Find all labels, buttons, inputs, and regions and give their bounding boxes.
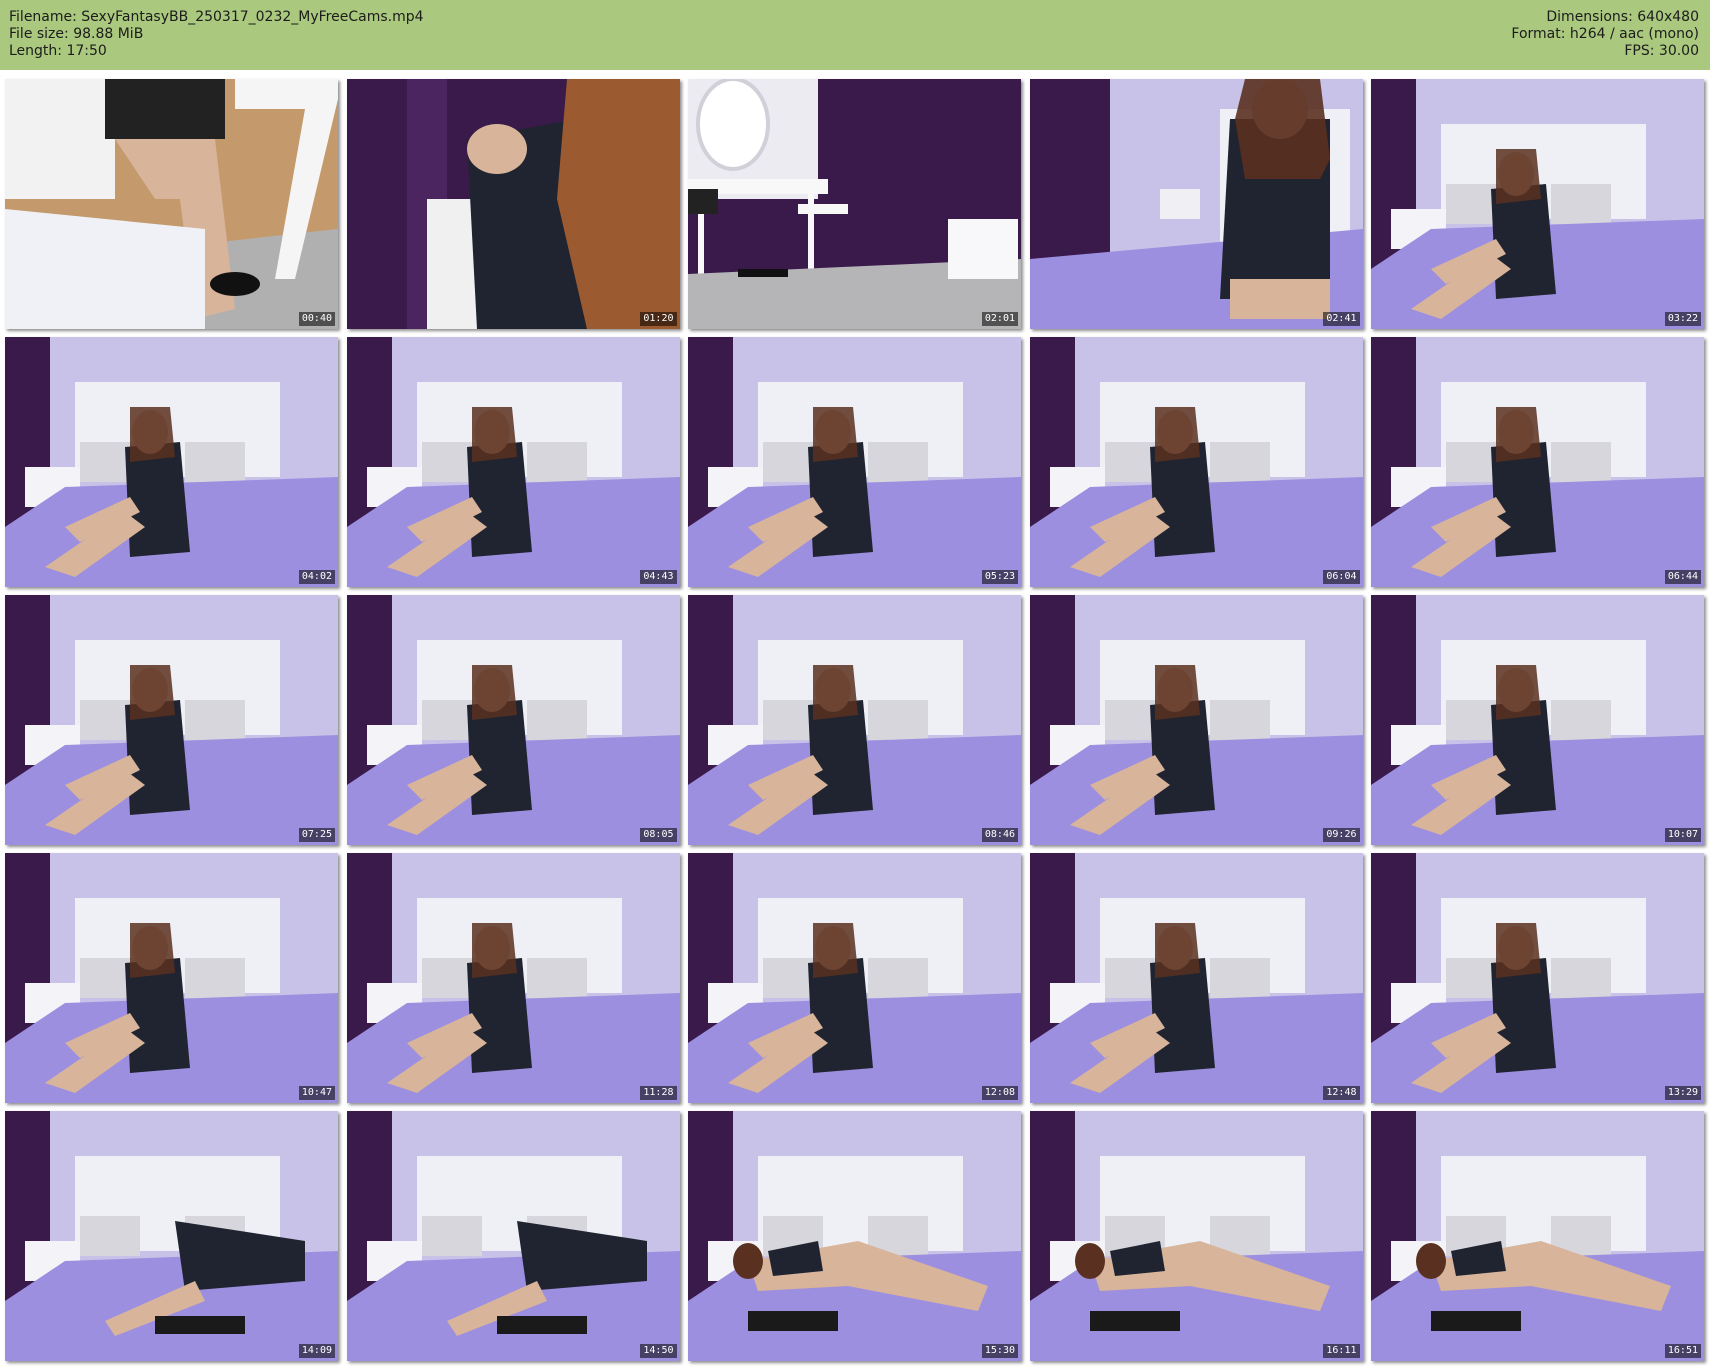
thumbnail-frame: 13:29 — [1371, 853, 1704, 1103]
dimensions-label: Dimensions: 640x480 — [1546, 9, 1699, 25]
frame-timestamp: 15:30 — [981, 1344, 1018, 1358]
frame-timestamp: 14:09 — [298, 1344, 335, 1358]
thumbnail-frame: 12:48 — [1029, 853, 1363, 1103]
frame-image — [1371, 1111, 1704, 1361]
format-label: Format: h264 / aac (mono) — [1511, 26, 1699, 42]
frame-timestamp: 11:28 — [640, 1086, 677, 1100]
frame-image — [1371, 79, 1704, 329]
frame-timestamp: 06:04 — [1323, 570, 1360, 584]
frame-timestamp: 14:50 — [640, 1344, 677, 1358]
frame-image — [688, 1111, 1021, 1361]
thumbnail-frame: 02:01 — [688, 79, 1021, 329]
frame-image — [346, 595, 680, 845]
thumbnail-frame: 04:43 — [346, 337, 680, 587]
thumbnail-frame: 01:20 — [346, 79, 680, 329]
thumbnail-grid: 00:40 01:20 02:01 02:41 03:22 04:02 04:43 05:23… — [5, 79, 1705, 1361]
length-label: Length: 17:50 — [9, 43, 107, 59]
frame-image — [5, 595, 338, 845]
frame-timestamp: 12:08 — [981, 1086, 1018, 1100]
frame-timestamp: 05:23 — [981, 570, 1018, 584]
frame-image — [688, 853, 1021, 1103]
info-header: Filename: SexyFantasyBB_250317_0232_MyFr… — [0, 0, 1710, 70]
thumbnail-frame: 05:23 — [688, 337, 1021, 587]
file-info-left: Filename: SexyFantasyBB_250317_0232_MyFr… — [9, 9, 424, 60]
frame-timestamp: 13:29 — [1664, 1086, 1701, 1100]
thumbnail-frame: 10:07 — [1371, 595, 1704, 845]
frame-image — [1371, 337, 1704, 587]
frame-timestamp: 12:48 — [1323, 1086, 1360, 1100]
thumbnail-frame: 06:44 — [1371, 337, 1704, 587]
thumbnail-frame: 00:40 — [5, 79, 338, 329]
filename-label: Filename: SexyFantasyBB_250317_0232_MyFr… — [9, 9, 424, 25]
frame-timestamp: 10:07 — [1664, 828, 1701, 842]
frame-timestamp: 08:05 — [640, 828, 677, 842]
frame-timestamp: 08:46 — [981, 828, 1018, 842]
frame-image — [346, 1111, 680, 1361]
frame-image — [5, 337, 338, 587]
frame-timestamp: 03:22 — [1664, 312, 1701, 326]
frame-timestamp: 04:02 — [298, 570, 335, 584]
frame-image — [1029, 853, 1363, 1103]
frame-image — [1371, 595, 1704, 845]
frame-timestamp: 10:47 — [298, 1086, 335, 1100]
frame-image — [5, 1111, 338, 1361]
frame-timestamp: 04:43 — [640, 570, 677, 584]
thumbnail-frame: 15:30 — [688, 1111, 1021, 1361]
frame-image — [1029, 595, 1363, 845]
thumbnail-frame: 14:50 — [346, 1111, 680, 1361]
thumbnail-frame: 14:09 — [5, 1111, 338, 1361]
frame-timestamp: 16:51 — [1664, 1344, 1701, 1358]
thumbnail-frame: 08:05 — [346, 595, 680, 845]
thumbnail-frame: 11:28 — [346, 853, 680, 1103]
frame-timestamp: 02:41 — [1323, 312, 1360, 326]
frame-timestamp: 07:25 — [298, 828, 335, 842]
thumbnail-frame: 03:22 — [1371, 79, 1704, 329]
thumbnail-frame: 06:04 — [1029, 337, 1363, 587]
frame-image — [1029, 1111, 1363, 1361]
frame-image — [5, 853, 338, 1103]
thumbnail-frame: 09:26 — [1029, 595, 1363, 845]
thumbnail-frame: 08:46 — [688, 595, 1021, 845]
frame-image — [5, 79, 338, 329]
thumbnail-frame: 16:51 — [1371, 1111, 1704, 1361]
frame-image — [1029, 79, 1363, 329]
frame-timestamp: 01:20 — [640, 312, 677, 326]
frame-image — [1371, 853, 1704, 1103]
thumbnail-frame: 04:02 — [5, 337, 338, 587]
thumbnail-frame: 16:11 — [1029, 1111, 1363, 1361]
frame-image — [346, 79, 680, 329]
file-info-right: Dimensions: 640x480 Format: h264 / aac (… — [1511, 9, 1699, 60]
frame-timestamp: 00:40 — [298, 312, 335, 326]
frame-timestamp: 06:44 — [1664, 570, 1701, 584]
thumbnail-frame: 12:08 — [688, 853, 1021, 1103]
frame-image — [688, 79, 1021, 329]
thumbnail-frame: 07:25 — [5, 595, 338, 845]
frame-timestamp: 02:01 — [981, 312, 1018, 326]
frame-image — [346, 853, 680, 1103]
frame-image — [346, 337, 680, 587]
frame-timestamp: 09:26 — [1323, 828, 1360, 842]
thumbnail-frame: 10:47 — [5, 853, 338, 1103]
filesize-label: File size: 98.88 MiB — [9, 26, 144, 42]
frame-image — [688, 595, 1021, 845]
frame-timestamp: 16:11 — [1323, 1344, 1360, 1358]
frame-image — [1029, 337, 1363, 587]
frame-image — [688, 337, 1021, 587]
thumbnail-frame: 02:41 — [1029, 79, 1363, 329]
fps-label: FPS: 30.00 — [1624, 43, 1699, 59]
